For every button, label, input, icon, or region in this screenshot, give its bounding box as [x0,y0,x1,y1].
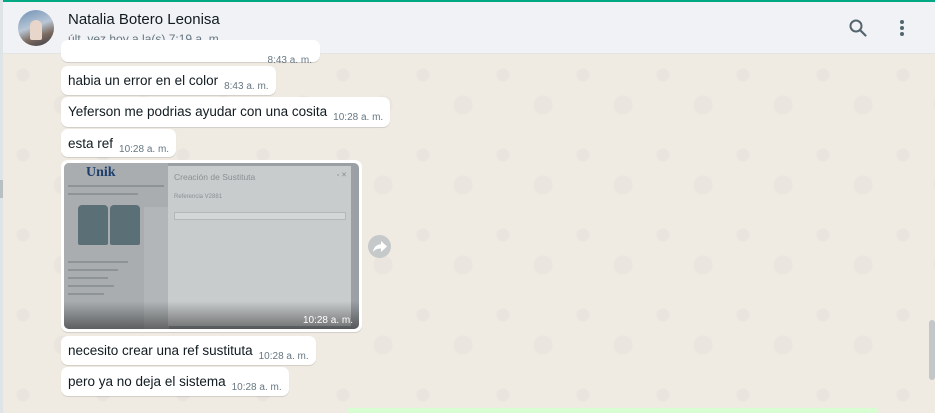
message-bubble[interactable]: Yeferson me podrias ayudar con una cosit… [61,97,391,127]
tshirt-image-icon [110,205,140,245]
screenshot-text-line [68,285,114,287]
screenshot-text-line [68,277,108,279]
scrollbar-thumb[interactable] [929,320,935,380]
image-message[interactable]: Unik Creación de Sustituta ▫ ✕ Referenci… [61,160,362,332]
forward-button[interactable] [368,235,391,258]
screenshot-toolbar [68,193,138,195]
avatar[interactable] [18,10,54,46]
screenshot-modal-field [174,212,346,220]
screenshot-modal-reference: Referencia V2881 [174,194,223,200]
screenshot-logo: Unik [86,165,116,180]
message-text: pero ya no deja el sistema [68,374,226,389]
message-text: esta ref [68,136,114,151]
image-thumbnail[interactable]: Unik Creación de Sustituta ▫ ✕ Referenci… [64,163,359,329]
message-text: Yeferson me podrias ayudar con una cosit… [68,104,328,119]
forward-icon [372,240,387,252]
tshirt-image-icon [78,205,108,245]
screenshot-text-line [68,293,104,295]
message-time: 10:28 a. m. [119,144,170,155]
search-button[interactable] [846,16,870,40]
screenshot-toolbar [68,185,164,187]
outgoing-message-edge [348,408,878,413]
message-text: necesito crear una ref sustituta [68,343,253,358]
message-time: 10:28 a. m. [258,351,309,362]
message-time: 10:28 a. m. [231,382,282,393]
screenshot-modal-close-icon: ▫ ✕ [336,172,347,179]
search-icon [849,19,867,37]
kebab-menu-icon [900,20,904,36]
contact-name[interactable]: Natalia Botero Leonisa [68,11,220,28]
message-bubble[interactable]: pero ya no deja el sistema 10:28 a. m. [61,367,289,396]
message-time: 10:28 a. m. [302,315,353,326]
message-time: 8:43 a. m. [224,81,269,92]
message-time: 8:43 a. m. [267,55,312,66]
menu-button[interactable] [890,16,914,40]
message-bubble[interactable]: necesito crear una ref sustituta 10:28 a.… [61,336,316,365]
message-text: habia un error en el color [68,73,219,88]
screenshot-text-line [68,269,118,271]
screenshot-modal-title: Creación de Sustituta [174,172,256,182]
screenshot-text-line [68,261,128,263]
message-time: 10:28 a. m. [333,112,384,123]
message-bubble[interactable]: 8:43 a. m. [61,40,320,66]
message-bubble[interactable]: esta ref 10:28 a. m. [61,129,177,157]
message-bubble[interactable]: habia un error en el color 8:43 a. m. [61,66,276,95]
